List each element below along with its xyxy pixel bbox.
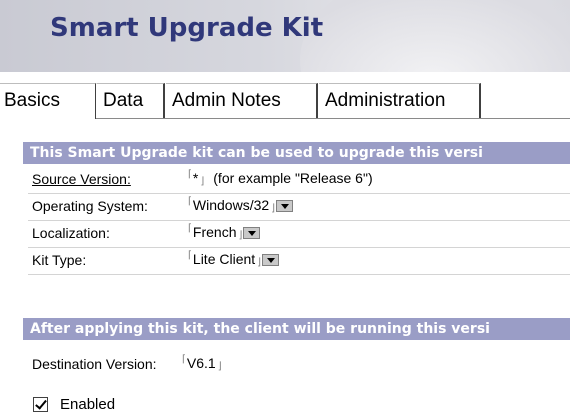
localization-label: Localization: (32, 225, 110, 241)
kit-type-field[interactable]: ⌈ Lite Client ⌋ (188, 250, 280, 268)
field-bracket-close-icon: ⌋ (257, 257, 262, 268)
row-operating-system: Operating System: ⌈ Windows/32 ⌋ (28, 194, 570, 221)
page-title: Smart Upgrade Kit (50, 13, 324, 43)
enabled-checkbox-row[interactable]: Enabled (33, 394, 115, 414)
tab-admin-notes[interactable]: Admin Notes (166, 83, 318, 119)
section-header-destination: After applying this kit, the client will… (23, 318, 570, 340)
tab-administration[interactable]: Administration (319, 83, 481, 119)
field-bracket-open-icon: ⌈ (188, 169, 192, 180)
header-banner: Smart Upgrade Kit (0, 0, 570, 72)
localization-field[interactable]: ⌈ French ⌋ (188, 223, 261, 241)
source-version-label[interactable]: Source Version: (32, 171, 131, 187)
tab-bar: Basics Data Admin Notes Administration (0, 73, 570, 120)
field-bracket-close-icon: ⌋ (271, 203, 276, 214)
field-bracket-close-icon: ⌋ (200, 176, 205, 187)
enabled-label: Enabled (60, 395, 116, 413)
tab-data[interactable]: Data (96, 83, 165, 119)
field-bracket-close-icon: ⌋ (238, 230, 243, 241)
field-bracket-close-icon: ⌋ (217, 361, 222, 372)
destination-version-label: Destination Version: (32, 356, 157, 372)
tab-basics[interactable]: Basics (0, 83, 96, 119)
section-header-source: This Smart Upgrade kit can be used to up… (23, 142, 570, 164)
field-bracket-open-icon: ⌈ (188, 196, 192, 207)
operating-system-label: Operating System: (32, 198, 148, 214)
source-version-value[interactable]: * (193, 170, 198, 186)
kit-type-value[interactable]: Lite Client (193, 251, 255, 267)
destination-version-field[interactable]: ⌈ V6.1 ⌋ (182, 354, 223, 372)
row-localization: Localization: ⌈ French ⌋ (28, 221, 570, 248)
row-kit-type: Kit Type: ⌈ Lite Client ⌋ (28, 248, 570, 275)
source-version-field[interactable]: ⌈ * ⌋ (for example "Release 6") (188, 169, 373, 187)
dropdown-arrow-icon[interactable] (262, 254, 280, 266)
localization-value[interactable]: French (193, 224, 237, 240)
field-bracket-open-icon: ⌈ (182, 354, 186, 365)
row-source-version: Source Version: ⌈ * ⌋ (for example "Rele… (28, 167, 570, 194)
kit-type-label: Kit Type: (32, 252, 87, 268)
dropdown-arrow-icon[interactable] (276, 200, 294, 212)
operating-system-field[interactable]: ⌈ Windows/32 ⌋ (188, 196, 294, 214)
field-bracket-open-icon: ⌈ (188, 223, 192, 234)
row-destination-version: Destination Version: ⌈ V6.1 ⌋ (28, 352, 570, 379)
destination-version-value[interactable]: V6.1 (187, 355, 216, 371)
dropdown-arrow-icon[interactable] (243, 227, 261, 239)
tab-underline (96, 118, 570, 119)
field-bracket-open-icon: ⌈ (188, 250, 192, 261)
source-version-hint: (for example "Release 6") (213, 170, 373, 186)
enabled-checkbox[interactable] (33, 396, 48, 412)
operating-system-value[interactable]: Windows/32 (193, 197, 269, 213)
banner-swoosh-graphic (300, 0, 570, 72)
